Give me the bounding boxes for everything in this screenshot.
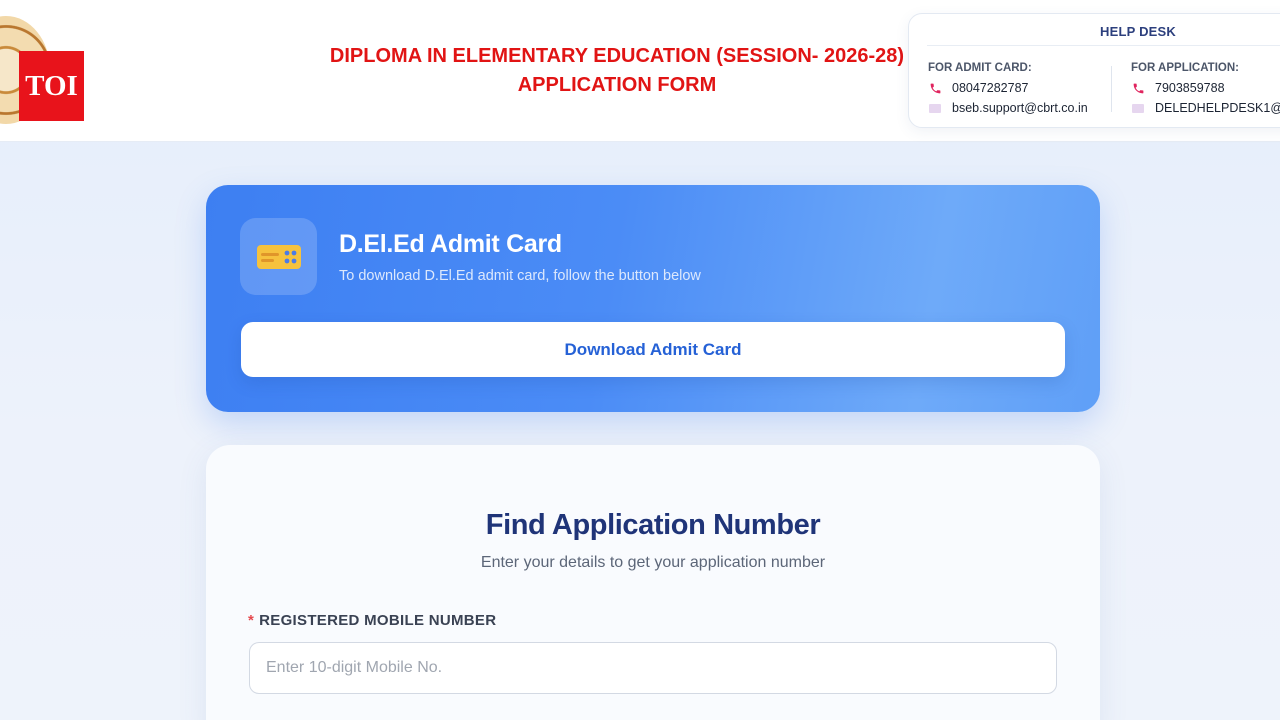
site-header: TOI DIPLOMA IN ELEMENTARY EDUCATION (SES… xyxy=(0,0,1280,142)
help-desk-panel: HELP DESK FOR ADMIT CARD: 08047282787 bs… xyxy=(908,13,1280,128)
help-desk-application-phone[interactable]: 7903859788 xyxy=(1155,81,1225,95)
mail-icon xyxy=(1131,101,1145,115)
find-application-title: Find Application Number xyxy=(485,509,821,541)
ticket-icon xyxy=(256,244,301,269)
mobile-number-input[interactable] xyxy=(249,642,1057,694)
help-desk-application-phone-row[interactable]: 7903859788 xyxy=(1131,81,1280,95)
help-desk-admit-email[interactable]: bseb.support@cbrt.co.in xyxy=(952,101,1088,115)
mobile-number-label-text: REGISTERED MOBILE NUMBER xyxy=(259,612,497,629)
help-desk-admit-email-row[interactable]: bseb.support@cbrt.co.in xyxy=(928,101,1088,115)
phone-icon xyxy=(928,81,942,95)
find-application-subtitle: Enter your details to get your applicati… xyxy=(480,554,826,571)
admit-card-title: D.El.Ed Admit Card xyxy=(339,230,562,258)
find-application-panel: Find Application Number Enter your detai… xyxy=(206,445,1100,720)
help-desk-application-heading: FOR APPLICATION: xyxy=(1131,62,1239,74)
ticket-icon-box xyxy=(240,218,317,295)
admit-card-subtitle: To download D.El.Ed admit card, follow t… xyxy=(339,268,701,284)
mobile-number-label: * REGISTERED MOBILE NUMBER xyxy=(248,612,496,629)
toi-logo: TOI xyxy=(19,51,84,121)
help-desk-divider xyxy=(927,45,1280,46)
mail-icon xyxy=(928,101,942,115)
help-desk-application-email-row[interactable]: DELEDHELPDESK1@G xyxy=(1131,101,1280,115)
page-title: DIPLOMA IN ELEMENTARY EDUCATION (SESSION… xyxy=(318,42,916,100)
page-title-line1: DIPLOMA IN ELEMENTARY EDUCATION (SESSION… xyxy=(329,45,905,67)
admit-card-panel: D.El.Ed Admit Card To download D.El.Ed a… xyxy=(206,185,1100,412)
page-title-line2: APPLICATION FORM xyxy=(517,74,717,96)
download-admit-card-button[interactable]: Download Admit Card xyxy=(241,322,1065,377)
help-desk-title: HELP DESK xyxy=(1100,24,1176,39)
help-desk-admit-phone-row[interactable]: 08047282787 xyxy=(928,81,1088,95)
help-desk-admit-card: FOR ADMIT CARD: 08047282787 bseb.support… xyxy=(928,62,1088,121)
help-desk-admit-heading: FOR ADMIT CARD: xyxy=(928,62,1032,74)
required-mark: * xyxy=(248,612,255,629)
help-desk-application: FOR APPLICATION: 7903859788 DELEDHELPDES… xyxy=(1131,62,1280,121)
help-desk-application-email[interactable]: DELEDHELPDESK1@G xyxy=(1155,101,1280,115)
phone-icon xyxy=(1131,81,1145,95)
help-desk-admit-phone[interactable]: 08047282787 xyxy=(952,81,1028,95)
help-desk-column-divider xyxy=(1111,66,1112,112)
